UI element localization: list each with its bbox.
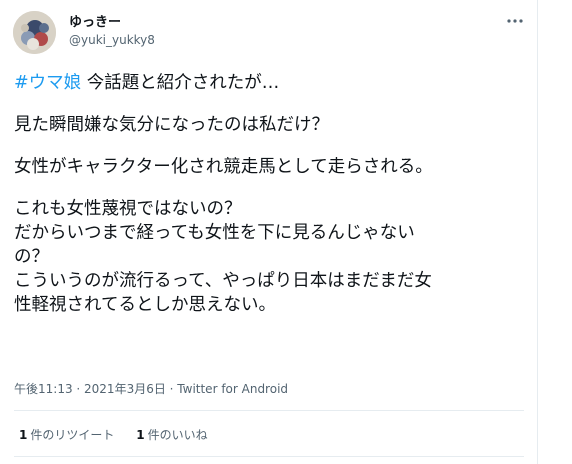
tweet-line: 女性がキャラクター化され競走馬として走らされる。 [14,157,433,177]
retweets-count: 1 [19,428,28,442]
user-handle[interactable]: @yuki_yukky8 [69,32,155,48]
avatar[interactable] [13,11,56,54]
tweet-meta: 午後11:13 · 2021年3月6日 · Twitter for Androi… [14,381,288,397]
display-name[interactable]: ゆっきー [69,15,155,31]
tweet-line: #ウマ娘 今話題と紹介されたが… [14,71,526,95]
tweet-stats: 1 件のリツイート 1 件のいいね [19,427,226,443]
hashtag-link[interactable]: #ウマ娘 [14,73,81,93]
tweet-line: こういうのが流行るって、やっぱり日本はまだまだ女 [14,271,432,291]
tweet-line: の？ [14,247,49,267]
likes-count: 1 [136,428,145,442]
retweets-label: 件のリツイート [30,428,115,442]
retweets-stat[interactable]: 1 件のリツイート [19,427,114,443]
avatar-image [13,11,56,54]
tweet-line: これも女性蔑視ではないの？ [14,199,242,219]
tweet-text: #ウマ娘 今話題と紹介されたが… 見た瞬間嫌な気分になったのは私だけ？ 女性がキ… [14,71,526,317]
tweet-line-text: 今話題と紹介されたが… [81,73,280,93]
tweet-line: 性軽視されてるとしか思えない。 [14,295,276,315]
tweet-line: 見た瞬間嫌な気分になったのは私だけ？ [14,115,329,135]
tweet-card: ゆっきー @yuki_yukky8 #ウマ娘 今話題と紹介されたが… 見た瞬間嫌… [0,0,538,464]
tweet-timestamp[interactable]: 午後11:13 · 2021年3月6日 · [14,382,177,396]
tweet-line: だからいつまで経っても女性を下に見るんじゃない [14,223,415,243]
tweet-source[interactable]: Twitter for Android [177,382,288,396]
likes-stat[interactable]: 1 件のいいね [136,427,207,443]
divider [14,410,524,411]
tweet-header: ゆっきー @yuki_yukky8 [13,11,525,55]
more-horizontal-icon[interactable] [505,14,525,28]
divider [14,456,524,457]
user-names: ゆっきー @yuki_yukky8 [69,15,155,48]
likes-label: 件のいいね [147,428,208,442]
